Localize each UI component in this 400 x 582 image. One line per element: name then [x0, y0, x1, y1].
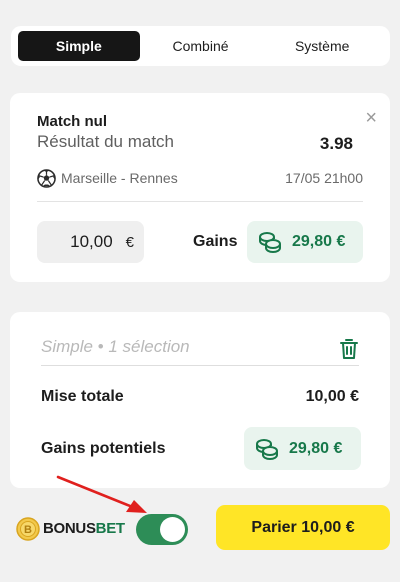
bet-type-tabs: Simple Combiné Système: [11, 26, 390, 66]
divider: [37, 201, 363, 202]
match-name: Marseille - Rennes: [61, 170, 178, 186]
selection-title: Match nul: [37, 113, 107, 130]
betslip: Simple Combiné Système Match nul Résulta…: [0, 0, 400, 582]
potential-gains-label: Gains potentiels: [41, 440, 166, 457]
coins-icon: [259, 232, 281, 254]
potential-gains-value: 29,80 €: [289, 439, 343, 457]
gains-label: Gains: [193, 233, 238, 250]
summary-card: Simple • 1 sélection Mise totale 10,00 €…: [10, 312, 390, 488]
total-stake-label: Mise totale: [41, 388, 124, 405]
coins-icon: [256, 438, 278, 460]
toggle-knob: [160, 517, 185, 542]
bonusbet-logo-part2: BET: [95, 520, 125, 537]
gains-value: 29,80 €: [292, 233, 346, 250]
stake-currency: €: [125, 233, 134, 251]
stake-input[interactable]: 10,00 €: [37, 221, 144, 263]
tab-simple[interactable]: Simple: [18, 31, 140, 61]
selection-odds: 3.98: [319, 134, 353, 153]
potential-gains-box: 29,80 €: [244, 427, 361, 470]
total-stake-value: 10,00 €: [305, 388, 359, 405]
tab-combine[interactable]: Combiné: [140, 31, 262, 61]
stake-value: 10,00: [70, 232, 113, 251]
trash-icon[interactable]: [339, 338, 359, 360]
annotation-arrow: [56, 475, 147, 513]
soccer-ball-icon: [37, 169, 56, 188]
place-bet-button[interactable]: Parier 10,00 €: [216, 505, 390, 550]
bonus-coin-icon: B: [16, 517, 40, 541]
summary-placeholder: Simple • 1 sélection: [41, 337, 190, 356]
selection-card: Match nul Résultat du match 3.98 × Marse…: [10, 93, 390, 282]
bonusbet-logo: BONUSBET: [43, 520, 125, 537]
close-icon[interactable]: ×: [365, 108, 377, 128]
bonusbet-toggle[interactable]: [136, 514, 188, 545]
svg-text:B: B: [24, 524, 32, 536]
tab-systeme[interactable]: Système: [261, 31, 383, 61]
selection-market: Résultat du match: [37, 132, 175, 151]
bonusbet-logo-part1: BONUS: [43, 520, 96, 537]
match-date: 17/05 21h00: [285, 170, 363, 186]
divider: [41, 365, 359, 366]
gains-box: 29,80 €: [247, 221, 363, 263]
